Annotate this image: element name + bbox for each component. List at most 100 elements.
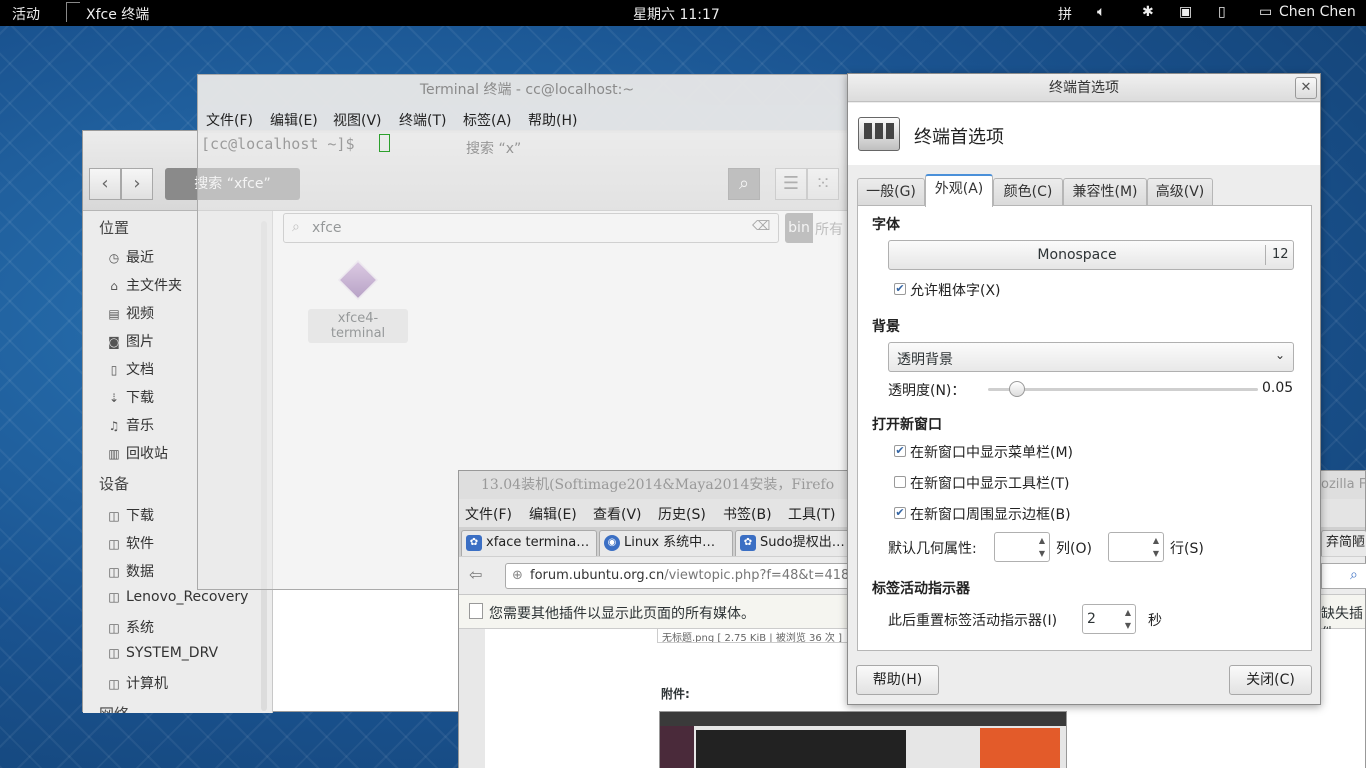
attachment-screenshot[interactable] xyxy=(659,711,1067,768)
reset-activity-label: 此后重置标签活动指示器(I) xyxy=(888,613,1058,629)
dialog-titlebar: 终端首选项 xyxy=(848,74,1320,102)
allow-bold-label: 允许粗体字(X) xyxy=(910,283,1001,299)
terminal-title: Terminal 终端 - cc@localhost:~ xyxy=(198,75,856,105)
drive-icon: ◫ xyxy=(108,565,120,579)
font-size: 12 xyxy=(1265,245,1289,265)
check-icon: ✔ xyxy=(895,444,905,457)
browser-menu-bookmarks[interactable]: 书签(B) xyxy=(723,504,772,524)
back-arrow-icon[interactable]: ⇦ xyxy=(469,565,482,584)
browser-menu-tools[interactable]: 工具(T) xyxy=(788,504,835,524)
sidebar-device-software[interactable]: ◫ 软件 xyxy=(107,533,154,553)
spin-down-icon[interactable]: ▼ xyxy=(1149,547,1163,561)
browser-menu-edit[interactable]: 编辑(E) xyxy=(529,504,577,524)
menu-help[interactable]: 帮助(H) xyxy=(528,110,577,130)
menu-tabs[interactable]: 标签(A) xyxy=(463,110,512,130)
sidebar-device-data[interactable]: ◫ 数据 xyxy=(107,561,154,581)
menu-edit[interactable]: 编辑(E) xyxy=(270,110,318,130)
show-borders-checkbox[interactable]: ✔ xyxy=(894,507,906,519)
tab-advanced[interactable]: 高级(V) xyxy=(1147,178,1213,206)
font-heading: 字体 xyxy=(872,217,900,233)
trash-icon: ▥ xyxy=(108,447,120,461)
browser-menu-history[interactable]: 历史(S) xyxy=(658,504,706,524)
browser-menu-view[interactable]: 查看(V) xyxy=(593,504,642,524)
terminal-prompt: [cc@localhost ~]$ xyxy=(201,135,355,153)
menu-terminal[interactable]: 终端(T) xyxy=(399,110,446,130)
site-favicon-icon: ◉ xyxy=(604,535,620,551)
sidebar-device-system[interactable]: ◫ 系统 xyxy=(107,617,154,637)
opacity-value: 0.05 xyxy=(1262,380,1294,396)
app-menu[interactable]: Xfce 终端 xyxy=(86,4,149,24)
sidebar-item-trash[interactable]: ▥ 回收站 xyxy=(107,443,168,463)
tab-colors[interactable]: 颜色(C) xyxy=(993,178,1063,206)
opacity-slider-handle[interactable] xyxy=(1008,381,1025,397)
menu-view[interactable]: 视图(V) xyxy=(333,110,382,130)
places-heading: 位置 xyxy=(99,219,130,237)
user-menu[interactable]: Chen Chen xyxy=(1279,4,1356,20)
clock[interactable]: 星期六 11:17 xyxy=(633,4,720,24)
close-button[interactable]: 关闭(C) xyxy=(1229,665,1312,695)
search-icon: ⌕ xyxy=(1350,567,1358,583)
columns-spinner[interactable]: ▲ ▼ xyxy=(994,532,1050,562)
browser-menu-file[interactable]: 文件(F) xyxy=(465,504,512,524)
tab-compatibility[interactable]: 兼容性(M) xyxy=(1063,178,1147,206)
camera-icon: ◙ xyxy=(108,335,120,349)
menu-file[interactable]: 文件(F) xyxy=(206,110,253,130)
sidebar-item-pictures[interactable]: ◙ 图片 xyxy=(107,331,154,351)
drive-icon: ◫ xyxy=(108,677,120,691)
seconds-label: 秒 xyxy=(1148,613,1162,629)
sidebar-item-videos[interactable]: ▤ 视频 xyxy=(107,303,154,323)
preferences-tabs: 一般(G) 外观(A) 颜色(C) 兼容性(M) 高级(V) xyxy=(857,174,1311,207)
volume-icon[interactable]: 🔈︎ xyxy=(1097,4,1105,20)
help-button[interactable]: 帮助(H) xyxy=(856,665,939,695)
sidebar-device-downloads[interactable]: ◫ 下载 xyxy=(107,505,154,525)
terminal-app-icon xyxy=(66,2,80,22)
spin-down-icon[interactable]: ▼ xyxy=(1035,547,1049,561)
browser-tab-3[interactable]: ✿ Sudo提权出… xyxy=(735,530,855,556)
spin-up-icon[interactable]: ▲ xyxy=(1121,606,1135,620)
rows-spinner[interactable]: ▲ ▼ xyxy=(1108,532,1164,562)
user-chat-icon[interactable]: ▭ xyxy=(1259,4,1272,20)
sidebar-device-system-drv[interactable]: ◫ SYSTEM_DRV xyxy=(107,645,218,661)
url-bar[interactable]: ⊕ forum.ubuntu.org.cn/viewtopic.php?f=48… xyxy=(505,563,865,589)
browser-search-box[interactable]: ⌕ xyxy=(1321,563,1366,589)
show-toolbar-checkbox[interactable] xyxy=(894,476,906,488)
background-combo[interactable]: 透明背景 ⌄ xyxy=(888,342,1294,372)
sidebar-item-recent[interactable]: ◷ 最近 xyxy=(107,247,154,267)
sidebar-device-lenovo-recovery[interactable]: ◫ Lenovo_Recovery xyxy=(107,589,248,605)
sidebar-item-downloads[interactable]: ⇣ 下载 xyxy=(107,387,154,407)
show-menubar-checkbox[interactable]: ✔ xyxy=(894,445,906,457)
opacity-slider[interactable] xyxy=(988,381,1258,397)
attachment-label: 附件: xyxy=(661,687,690,701)
close-icon: ✕ xyxy=(1300,80,1312,95)
network-icon[interactable]: ▣ xyxy=(1179,4,1192,20)
sidebar-item-home[interactable]: ⌂ 主文件夹 xyxy=(107,275,182,295)
spin-up-icon[interactable]: ▲ xyxy=(1035,534,1049,548)
dialog-close-button[interactable]: ✕ xyxy=(1295,77,1317,99)
preferences-icon xyxy=(858,117,900,151)
font-chooser-button[interactable]: Monospace 12 xyxy=(888,240,1294,270)
tab-general[interactable]: 一般(G) xyxy=(857,178,925,206)
back-button[interactable]: ‹ xyxy=(89,168,121,200)
appearance-page: 字体 Monospace 12 ✔ 允许粗体字(X) 背景 透明背景 ⌄ 透明度… xyxy=(857,205,1312,651)
reset-activity-spinner[interactable]: 2 ▲ ▼ xyxy=(1082,604,1136,634)
forward-button[interactable]: › xyxy=(121,168,153,200)
sidebar-item-music[interactable]: ♫ 音乐 xyxy=(107,415,154,435)
search-overlay-text: 搜索 “x” xyxy=(466,141,522,157)
show-menubar-label: 在新窗口中显示菜单栏(M) xyxy=(910,445,1074,461)
activities-button[interactable]: 活动 xyxy=(12,4,40,24)
browser-tab-1[interactable]: ✿ xface termina… xyxy=(461,530,597,556)
terminal-menubar: 文件(F) 编辑(E) 视图(V) 终端(T) 标签(A) 帮助(H) xyxy=(198,105,856,133)
allow-bold-checkbox[interactable]: ✔ xyxy=(894,283,906,295)
site-favicon-icon: ✿ xyxy=(740,535,756,551)
browser-tab-2[interactable]: ◉ Linux 系统中… xyxy=(599,530,733,556)
input-method-indicator[interactable]: 拼 xyxy=(1058,4,1072,24)
document-icon: ▯ xyxy=(110,363,118,377)
tab-appearance[interactable]: 外观(A) xyxy=(925,174,993,207)
spin-up-icon[interactable]: ▲ xyxy=(1149,534,1163,548)
bluetooth-icon[interactable]: ✱ xyxy=(1142,4,1154,20)
battery-icon[interactable]: ▯ xyxy=(1218,4,1226,20)
sidebar-item-documents[interactable]: ▯ 文档 xyxy=(107,359,154,379)
spin-down-icon[interactable]: ▼ xyxy=(1121,619,1135,633)
sidebar-device-computer[interactable]: ◫ 计算机 xyxy=(107,673,168,693)
browser-tab-right[interactable]: 弃简陋 xyxy=(1321,530,1366,556)
